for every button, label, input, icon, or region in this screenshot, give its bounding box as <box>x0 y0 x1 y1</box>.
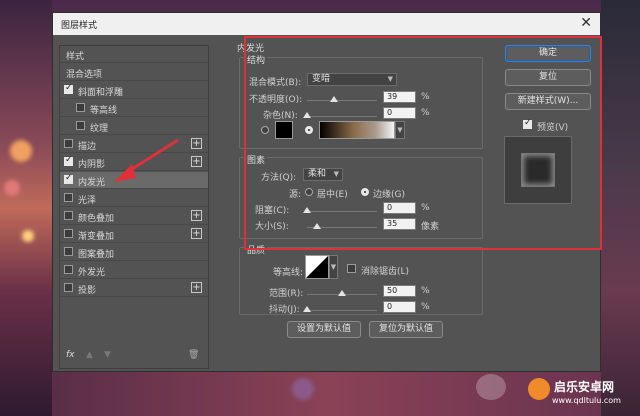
styles-header[interactable]: 样式 <box>60 46 208 63</box>
styles-footer: fx ▲ ▼ 🗑 <box>64 350 204 364</box>
move-down-icon[interactable]: ▼ <box>104 350 111 360</box>
styles-list-panel: 样式 混合选项 斜面和浮雕等高线纹理描边 + 内阴影 + 内发光光泽颜色叠加 + 渐变叠加 +… <box>59 45 209 369</box>
antialias-label[interactable]: 消除锯齿(L) <box>361 264 409 277</box>
style-item-checkbox[interactable] <box>64 283 73 292</box>
style-item-label: 内阴影 <box>78 160 106 170</box>
reset-default-button[interactable]: 复位为默认值 <box>369 321 443 338</box>
jitter-percent: % <box>421 302 430 312</box>
site-logo-icon <box>528 378 550 400</box>
style-item-checkbox[interactable] <box>64 139 73 148</box>
style-item-checkbox[interactable] <box>76 103 85 112</box>
styles-header-label: 样式 <box>66 52 85 62</box>
dialog-title: 图层样式 <box>61 21 98 31</box>
contour-curve-icon <box>306 256 328 278</box>
background-photo-left <box>0 0 52 416</box>
style-item-checkbox[interactable] <box>76 121 85 130</box>
watermark-url: www.qdltulu.com <box>552 396 621 405</box>
wechat-icon <box>476 374 506 400</box>
blend-options-label: 混合选项 <box>66 70 103 80</box>
background-photo-right <box>601 0 640 416</box>
style-item[interactable]: 外发光 <box>60 262 208 279</box>
style-item[interactable]: 颜色叠加 + <box>60 208 208 225</box>
trash-icon[interactable]: 🗑 <box>188 350 199 360</box>
style-item-checkbox[interactable] <box>64 211 73 220</box>
style-item-checkbox[interactable] <box>64 193 73 202</box>
blend-options-item[interactable]: 混合选项 <box>60 64 208 81</box>
add-effect-icon[interactable]: + <box>191 210 202 221</box>
style-item-label: 描边 <box>78 142 97 152</box>
contour-picker[interactable] <box>305 255 329 279</box>
style-item[interactable]: 等高线 <box>60 100 208 117</box>
set-default-button[interactable]: 设置为默认值 <box>287 321 361 338</box>
bokeh-light <box>10 140 32 162</box>
bokeh-light <box>292 378 314 400</box>
style-item[interactable]: 纹理 <box>60 118 208 135</box>
chevron-down-icon[interactable]: ▼ <box>329 255 338 279</box>
style-item[interactable]: 渐变叠加 + <box>60 226 208 243</box>
style-item-checkbox[interactable] <box>64 229 73 238</box>
jitter-slider[interactable] <box>303 306 377 312</box>
style-item[interactable]: 投影 + <box>60 280 208 297</box>
style-item-label: 图案叠加 <box>78 250 115 260</box>
bokeh-light <box>22 230 34 242</box>
jitter-label: 抖动(J): <box>269 305 300 315</box>
add-effect-icon[interactable]: + <box>191 156 202 167</box>
style-item-label: 渐变叠加 <box>78 232 115 242</box>
style-item-label: 斜面和浮雕 <box>78 88 124 98</box>
style-item-label: 纹理 <box>90 124 109 134</box>
style-item-label: 颜色叠加 <box>78 214 115 224</box>
move-up-icon[interactable]: ▲ <box>86 350 93 360</box>
range-slider[interactable] <box>307 290 377 296</box>
highlight-box <box>244 36 602 250</box>
style-item[interactable]: 斜面和浮雕 <box>60 82 208 99</box>
red-arrow-icon <box>114 138 179 182</box>
style-item-label: 等高线 <box>90 106 118 116</box>
contour-label: 等高线: <box>273 268 304 278</box>
style-item-label: 内发光 <box>78 178 106 188</box>
background-photo-bottom <box>52 372 601 416</box>
style-item-checkbox[interactable] <box>64 247 73 256</box>
antialias-checkbox[interactable] <box>347 264 356 273</box>
add-effect-icon[interactable]: + <box>191 228 202 239</box>
style-item-checkbox[interactable] <box>64 265 73 274</box>
range-slider-handle[interactable] <box>338 290 346 296</box>
jitter-field[interactable]: 0 <box>383 301 416 313</box>
fx-icon[interactable]: fx <box>66 350 75 360</box>
add-effect-icon[interactable]: + <box>191 138 202 149</box>
close-icon[interactable]: ✕ <box>580 15 592 31</box>
range-label: 范围(R): <box>269 289 304 299</box>
range-percent: % <box>421 286 430 296</box>
style-item-checkbox[interactable] <box>64 83 73 94</box>
style-item[interactable]: 光泽 <box>60 190 208 207</box>
style-item-checkbox[interactable] <box>64 155 73 166</box>
style-item-label: 投影 <box>78 286 97 296</box>
style-item-checkbox[interactable] <box>64 173 73 184</box>
add-effect-icon[interactable]: + <box>191 282 202 293</box>
style-item-label: 外发光 <box>78 268 106 278</box>
watermark-brand: 启乐安卓网 <box>554 380 615 394</box>
style-item-label: 光泽 <box>78 196 97 206</box>
bokeh-light <box>4 180 20 196</box>
jitter-slider-handle[interactable] <box>303 306 311 312</box>
dialog-titlebar: 图层样式 ✕ <box>53 13 600 35</box>
range-field[interactable]: 50 <box>383 285 416 297</box>
style-item[interactable]: 图案叠加 <box>60 244 208 261</box>
